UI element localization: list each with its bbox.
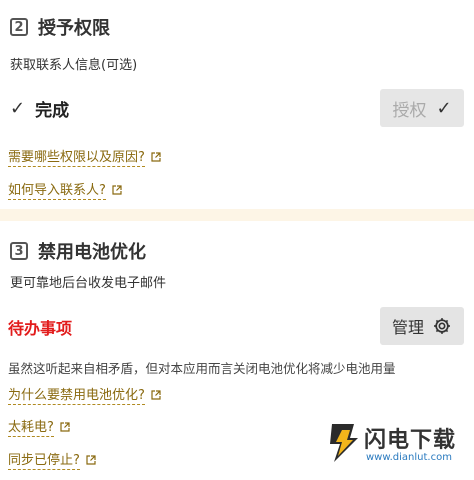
todo-label: 待办事项 — [8, 319, 73, 338]
external-link-icon — [60, 421, 70, 432]
step-2-header: 2 授予权限 — [10, 14, 110, 40]
lightning-logo-icon — [330, 424, 358, 462]
step-description: 获取联系人信息(可选) — [10, 58, 138, 73]
link-text: 太耗电? — [8, 416, 54, 437]
permission-setup-page: 2 授予权限 获取联系人信息(可选) ✓ 完成 授权 ✓ 需要哪些权限以及原因?… — [0, 0, 474, 480]
grant-permissions-card: 2 授予权限 获取联系人信息(可选) ✓ 完成 授权 ✓ 需要哪些权限以及原因?… — [0, 0, 474, 209]
manage-button[interactable]: 管理 — [380, 307, 464, 345]
import-contacts-link[interactable]: 如何导入联系人? — [8, 179, 122, 200]
checkmark-icon: ✓ — [10, 98, 26, 119]
link-text: 为什么要禁用电池优化? — [8, 384, 145, 405]
link-text: 如何导入联系人? — [8, 179, 106, 200]
step-title: 授予权限 — [38, 18, 110, 39]
step-description: 更可靠地后台收发电子邮件 — [10, 276, 167, 291]
external-link-icon — [112, 184, 122, 195]
status-label: 完成 — [35, 101, 70, 121]
step-3-header: 3 禁用电池优化 — [10, 238, 146, 264]
external-link-icon — [86, 454, 96, 465]
step-number-badge: 2 — [10, 18, 28, 36]
manage-button-label: 管理 — [391, 318, 424, 337]
why-disable-link[interactable]: 为什么要禁用电池优化? — [8, 384, 161, 405]
sync-stopped-link[interactable]: 同步已停止? — [8, 449, 96, 470]
battery-note: 虽然这听起来自相矛盾，但对本应用而言关闭电池优化将减少电池用量 — [8, 361, 396, 376]
grant-button-label: 授权 — [392, 100, 427, 121]
watermark-name: 闪电下载 — [364, 428, 457, 453]
link-text: 需要哪些权限以及原因? — [8, 146, 145, 167]
completion-status: ✓ 完成 — [10, 96, 69, 121]
step-title: 禁用电池优化 — [38, 242, 146, 263]
step-number-badge: 3 — [10, 242, 28, 260]
too-much-power-link[interactable]: 太耗电? — [8, 416, 70, 437]
grant-button[interactable]: 授权 ✓ — [380, 89, 464, 127]
checkmark-icon: ✓ — [436, 97, 452, 119]
external-link-icon — [151, 389, 161, 400]
gear-icon — [434, 318, 450, 334]
link-text: 同步已停止? — [8, 449, 80, 470]
external-link-icon — [151, 151, 161, 162]
permissions-reason-link[interactable]: 需要哪些权限以及原因? — [8, 146, 161, 167]
watermark-url: www.dianlut.com — [366, 452, 452, 463]
site-watermark: 闪电下载 www.dianlut.com — [326, 418, 474, 474]
